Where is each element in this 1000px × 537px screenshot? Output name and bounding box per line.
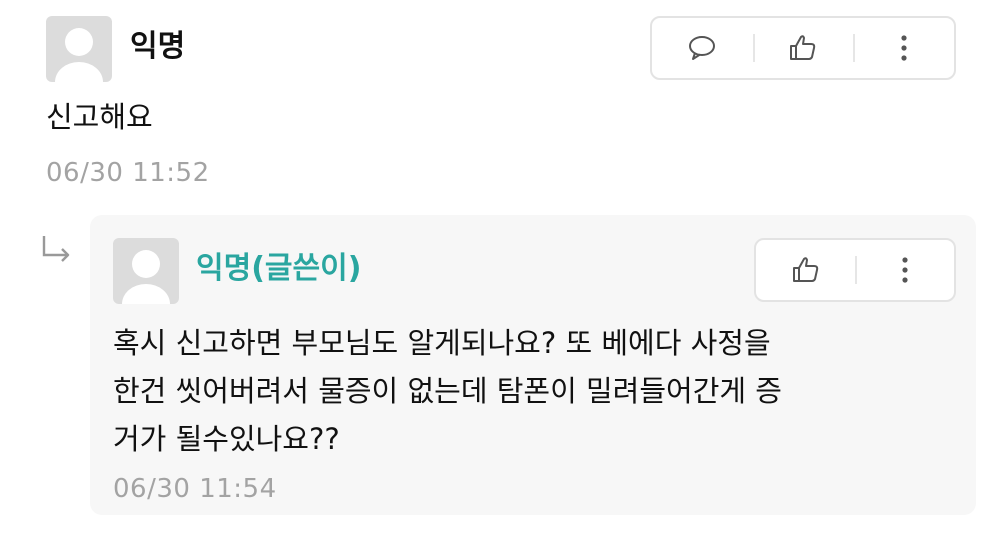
- comment-timestamp: 06/30 11:52: [46, 158, 210, 188]
- default-avatar-icon: [55, 28, 103, 82]
- comment-author: 익명: [130, 29, 186, 64]
- comment-icon: [689, 36, 716, 60]
- reply-like-button[interactable]: [756, 240, 855, 300]
- more-button[interactable]: [853, 18, 954, 78]
- more-vertical-icon: [901, 257, 908, 283]
- reply-more-button[interactable]: [855, 240, 954, 300]
- default-avatar-icon: [122, 250, 170, 304]
- avatar: [46, 16, 112, 82]
- reply-text-line: 혹시 신고하면 부모님도 알게되나요? 또 베에다 사정을: [113, 326, 771, 360]
- reply-action-bar: [754, 238, 956, 302]
- comment-action-bar: [650, 16, 956, 80]
- thumbs-up-icon: [790, 35, 816, 60]
- reply-avatar: [113, 238, 179, 304]
- reply-arrow-icon: [40, 233, 76, 273]
- comment-text: 신고해요: [46, 100, 153, 134]
- reply-text-line: 한건 씻어버려서 물증이 없는데 탐폰이 밀려들어간게 증: [113, 374, 782, 408]
- reply-button[interactable]: [652, 18, 753, 78]
- thumbs-up-icon: [792, 257, 818, 282]
- reply-author: 익명(글쓴이): [196, 251, 362, 286]
- reply-timestamp: 06/30 11:54: [113, 474, 277, 504]
- like-button[interactable]: [752, 18, 854, 78]
- reply-text-line: 거가 될수있나요??: [113, 422, 340, 456]
- more-vertical-icon: [901, 35, 907, 61]
